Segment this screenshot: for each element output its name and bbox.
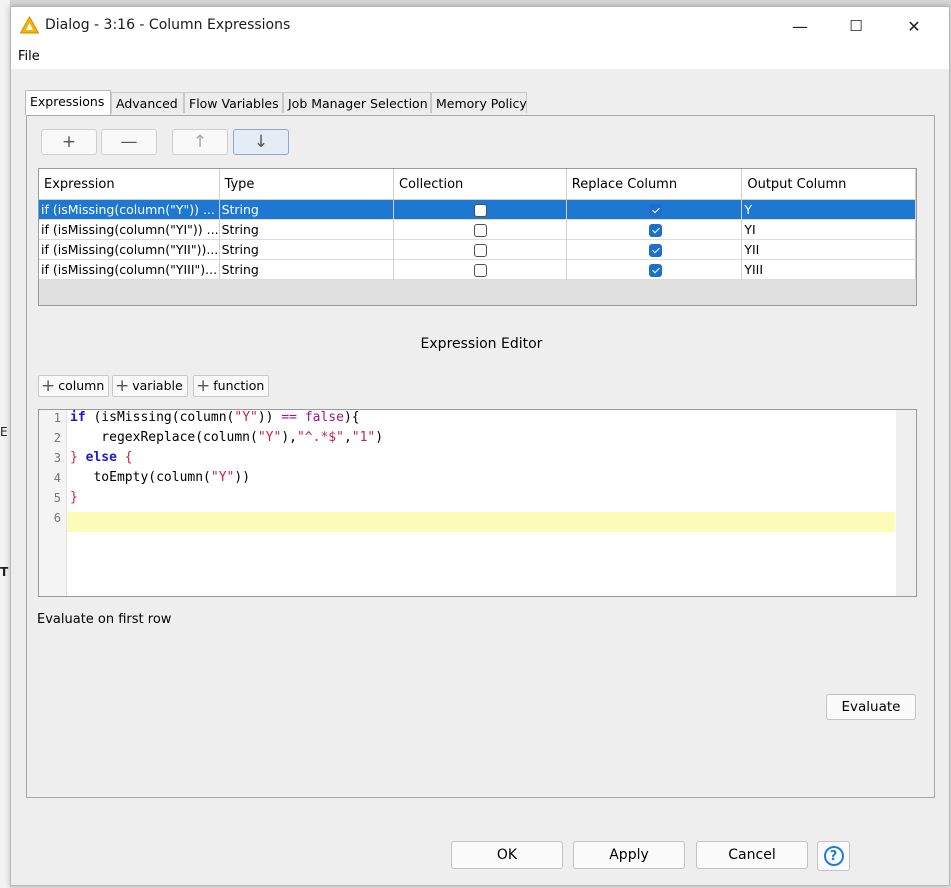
minus-icon: — [120, 132, 138, 152]
editor-scrollbar[interactable] [896, 410, 916, 596]
line-number: 6 [53, 511, 61, 525]
knime-warning-icon [20, 16, 39, 34]
tab-memory-policy[interactable]: Memory Policy [431, 92, 527, 113]
collection-cell [393, 219, 567, 240]
expression-cell[interactable]: if (isMissing(column("YI")) ... [39, 219, 220, 240]
cancel-button[interactable]: Cancel [696, 841, 808, 869]
expressions-panel: + — ↑ ↓ Expression Type Collection Repla… [26, 115, 935, 798]
tab-advanced[interactable]: Advanced [111, 92, 184, 113]
collection-cell [393, 199, 567, 220]
background-text: T [0, 565, 9, 579]
expression-cell[interactable]: if (isMissing(column("YIII")... [39, 259, 220, 280]
type-cell[interactable]: String [219, 219, 394, 240]
plus-icon: + [61, 132, 77, 152]
menu-file[interactable]: File [18, 49, 40, 64]
line-number: 2 [53, 431, 61, 445]
type-cell[interactable]: String [219, 199, 394, 220]
code-line: regexReplace(column("Y"),"^.*$","1") [70, 430, 384, 445]
insert-column-button[interactable]: + column [38, 375, 110, 397]
dialog-content: Expressions Advanced Flow Variables Job … [11, 69, 949, 885]
column-header-collection[interactable]: Collection [393, 169, 567, 200]
move-up-button[interactable]: ↑ [172, 129, 228, 155]
collection-cell [393, 239, 567, 260]
arrow-down-icon: ↓ [253, 132, 269, 152]
help-icon: ? [823, 846, 844, 866]
help-button[interactable]: ? [817, 841, 850, 871]
expressions-table: Expression Type Collection Replace Colum… [38, 168, 917, 306]
table-row[interactable]: if (isMissing(column("YII"))... String Y… [39, 239, 916, 260]
evaluate-on-first-row-label: Evaluate on first row [37, 612, 172, 627]
evaluate-button[interactable]: Evaluate [826, 694, 916, 720]
tab-expressions[interactable]: Expressions [25, 90, 111, 115]
line-number: 5 [53, 491, 61, 505]
table-row[interactable]: if (isMissing(column("YI")) ... String Y… [39, 219, 916, 240]
insert-function-button[interactable]: + function [193, 375, 270, 397]
type-cell[interactable]: String [219, 239, 394, 260]
replace-column-checkbox[interactable] [648, 224, 662, 237]
line-number: 3 [53, 451, 61, 465]
type-cell[interactable]: String [219, 259, 394, 280]
code-editor[interactable]: 1 2 3 4 5 6 if (isMissing(column("Y")) =… [38, 409, 917, 597]
output-column-cell[interactable]: YIII [741, 259, 916, 280]
column-header-output-column[interactable]: Output Column [741, 169, 916, 200]
window-title: Dialog - 3:16 - Column Expressions [45, 17, 291, 33]
output-column-cell[interactable]: Y [741, 199, 916, 220]
dialog-window: Dialog - 3:16 - Column Expressions — ☐ ✕… [10, 6, 950, 886]
replace-cell [566, 219, 743, 240]
table-row[interactable]: if (isMissing(column("YIII")... String Y… [39, 259, 916, 280]
maximize-button[interactable]: ☐ [833, 11, 879, 41]
add-expression-button[interactable]: + [41, 129, 97, 155]
column-header-replace-column[interactable]: Replace Column [566, 169, 743, 200]
move-down-button[interactable]: ↓ [233, 129, 289, 155]
column-header-type[interactable]: Type [219, 169, 394, 200]
remove-expression-button[interactable]: — [101, 129, 157, 155]
collection-checkbox[interactable] [474, 204, 488, 217]
insert-function-label: function [213, 378, 265, 393]
plus-icon: + [115, 376, 130, 396]
replace-column-checkbox[interactable] [648, 204, 662, 217]
line-number: 4 [53, 471, 61, 485]
table-row[interactable]: if (isMissing(column("Y")) ... String Y [39, 199, 916, 220]
current-line-highlight [67, 512, 895, 532]
collection-checkbox[interactable] [474, 244, 488, 257]
title-bar[interactable]: Dialog - 3:16 - Column Expressions — ☐ ✕ [11, 7, 949, 45]
code-line: if (isMissing(column("Y")) == false){ [70, 410, 360, 425]
close-button[interactable]: ✕ [891, 11, 937, 41]
code-line: toEmpty(column("Y")) [70, 470, 251, 485]
collection-cell [393, 259, 567, 280]
column-header-expression[interactable]: Expression [39, 169, 220, 200]
menu-bar: File [11, 45, 949, 69]
collection-checkbox[interactable] [474, 264, 488, 277]
insert-variable-button[interactable]: + variable [112, 375, 188, 397]
replace-column-checkbox[interactable] [648, 244, 662, 257]
background-text: E [0, 425, 8, 439]
insert-column-label: column [58, 378, 105, 393]
output-column-cell[interactable]: YI [741, 219, 916, 240]
tab-flow-variables[interactable]: Flow Variables [184, 92, 283, 113]
replace-cell [566, 259, 743, 280]
insert-variable-label: variable [132, 378, 183, 393]
replace-cell [566, 199, 743, 220]
output-column-cell[interactable]: YII [741, 239, 916, 260]
apply-button[interactable]: Apply [573, 841, 685, 869]
line-number: 1 [53, 411, 61, 425]
expression-cell[interactable]: if (isMissing(column("YII"))... [39, 239, 220, 260]
ok-button[interactable]: OK [451, 841, 563, 869]
collection-checkbox[interactable] [474, 224, 488, 237]
expression-editor-title: Expression Editor [420, 336, 543, 352]
replace-column-checkbox[interactable] [648, 264, 662, 277]
code-line: } [70, 490, 78, 505]
arrow-up-icon: ↑ [192, 132, 208, 152]
line-number-gutter: 1 2 3 4 5 6 [39, 410, 67, 596]
replace-cell [566, 239, 743, 260]
plus-icon: + [196, 376, 211, 396]
tab-job-manager-selection[interactable]: Job Manager Selection [283, 92, 431, 113]
minimize-button[interactable]: — [777, 11, 823, 41]
plus-icon: + [41, 376, 56, 396]
expression-cell[interactable]: if (isMissing(column("Y")) ... [39, 199, 220, 220]
table-header-row: Expression Type Collection Replace Colum… [39, 169, 916, 200]
code-line: } else { [70, 450, 133, 465]
